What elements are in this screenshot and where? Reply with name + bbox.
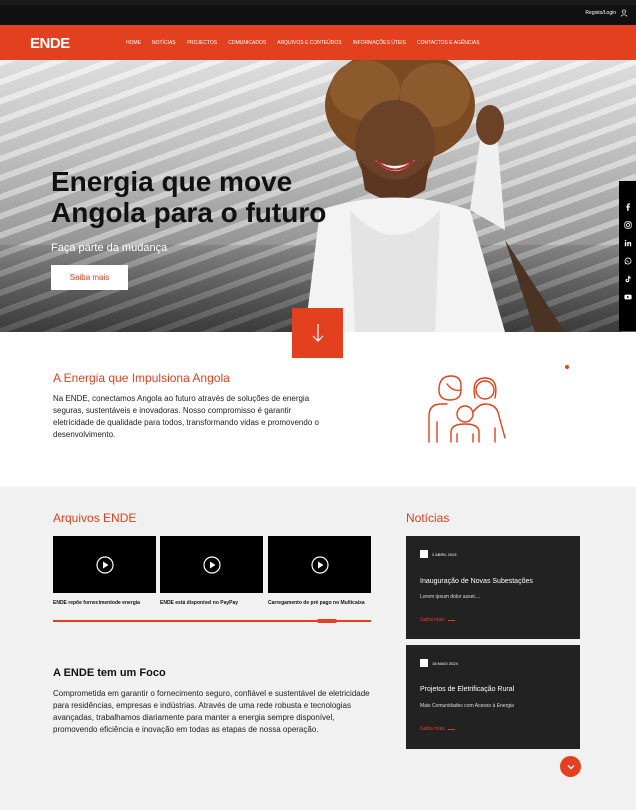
read-more-link[interactable]: Saiba mais bbox=[420, 726, 455, 732]
news-card[interactable]: 18 MAIO 2024 Projetos de Eletrificação R… bbox=[406, 645, 580, 749]
tiktok-icon[interactable] bbox=[624, 275, 632, 283]
calendar-icon bbox=[420, 659, 428, 667]
news-date: 18 MAIO 2024 bbox=[432, 660, 458, 666]
news-headline[interactable]: Inauguração de Novas Subestações bbox=[420, 578, 533, 585]
scroll-more-button[interactable] bbox=[560, 756, 581, 777]
nav-arquivos[interactable]: ARQUIVOS E CONTEÚDOS bbox=[277, 40, 341, 46]
main-nav: ENDE HOME NOTÍCIAS PROJECTOS COMUNICADOS… bbox=[0, 25, 636, 60]
nav-home[interactable]: HOME bbox=[126, 40, 141, 46]
hero-subtitle: Faça parte da mudança bbox=[51, 242, 168, 254]
arquivos-title: Arquivos ENDE bbox=[53, 511, 137, 525]
whatsapp-icon[interactable] bbox=[624, 257, 632, 265]
news-date: 2 ABRIL 2024 bbox=[432, 551, 457, 557]
nav-projectos[interactable]: PROJECTOS bbox=[187, 40, 217, 46]
linkedin-icon[interactable] bbox=[624, 239, 632, 247]
play-icon[interactable] bbox=[202, 555, 221, 574]
intro-title: A Energia que Impulsiona Angola bbox=[53, 371, 230, 385]
nav-contactos[interactable]: CONTACTOS E AGÊNCIAS bbox=[417, 40, 480, 46]
nav-informacoes[interactable]: INFORMAÇÕES ÚTEIS bbox=[353, 40, 406, 46]
chevron-down-icon bbox=[567, 764, 574, 769]
video-caption[interactable]: ENDE repõe fornecimentode energia bbox=[53, 600, 140, 606]
user-icon[interactable] bbox=[620, 9, 628, 17]
ende-logo[interactable]: ENDE bbox=[30, 33, 70, 53]
play-icon[interactable] bbox=[310, 555, 329, 574]
instagram-icon[interactable] bbox=[623, 221, 632, 229]
nav-menu: HOME NOTÍCIAS PROJECTOS COMUNICADOS ARQU… bbox=[126, 40, 480, 46]
hero-cta-button[interactable]: Saiba mais bbox=[51, 265, 128, 290]
foco-title: A ENDE tem um Foco bbox=[53, 667, 166, 679]
news-title: Notícias bbox=[406, 511, 450, 525]
play-icon[interactable] bbox=[95, 555, 114, 574]
carousel-scrollbar-thumb[interactable] bbox=[317, 619, 337, 623]
video-thumbnail[interactable] bbox=[268, 536, 371, 593]
intro-text: Na ENDE, conectamos Angola ao futuro atr… bbox=[53, 394, 319, 439]
video-thumbnail[interactable] bbox=[160, 536, 263, 593]
video-thumbnail[interactable] bbox=[53, 536, 156, 593]
family-icon bbox=[428, 375, 506, 443]
video-caption[interactable]: Carregamento de pré pago no Multicaixa bbox=[268, 600, 365, 606]
hero-title: Energia que move Angola para o futuro bbox=[51, 166, 327, 228]
youtube-icon[interactable] bbox=[623, 293, 632, 301]
arrow-right-icon bbox=[447, 728, 455, 730]
social-sidebar bbox=[619, 181, 636, 331]
arrow-down-icon bbox=[312, 324, 323, 342]
nav-comunicados[interactable]: COMUNICADOS bbox=[228, 40, 266, 46]
decorative-dot bbox=[565, 365, 569, 369]
scroll-down-button[interactable] bbox=[292, 308, 343, 358]
video-caption[interactable]: ENDE está disponível no PayPay bbox=[160, 600, 238, 606]
login-link[interactable]: Registo/Login bbox=[585, 10, 616, 16]
arrow-right-icon bbox=[447, 619, 455, 621]
foco-text: Comprometida em garantir o fornecimento … bbox=[53, 689, 370, 734]
read-more-link[interactable]: Saiba mais bbox=[420, 617, 455, 623]
nav-noticias[interactable]: NOTÍCIAS bbox=[152, 40, 176, 46]
utility-bar: Registo/Login bbox=[0, 5, 636, 25]
news-headline[interactable]: Projetos de Eletrificação Rural bbox=[420, 686, 514, 693]
news-summary: Mais Comunidades com Acesso à Energia bbox=[420, 703, 514, 709]
news-summary: Lorem ipsum dolor asset.... bbox=[420, 594, 481, 600]
calendar-icon bbox=[420, 550, 428, 558]
news-card[interactable]: 2 ABRIL 2024 Inauguração de Novas Subest… bbox=[406, 536, 580, 639]
facebook-icon[interactable] bbox=[624, 203, 632, 211]
